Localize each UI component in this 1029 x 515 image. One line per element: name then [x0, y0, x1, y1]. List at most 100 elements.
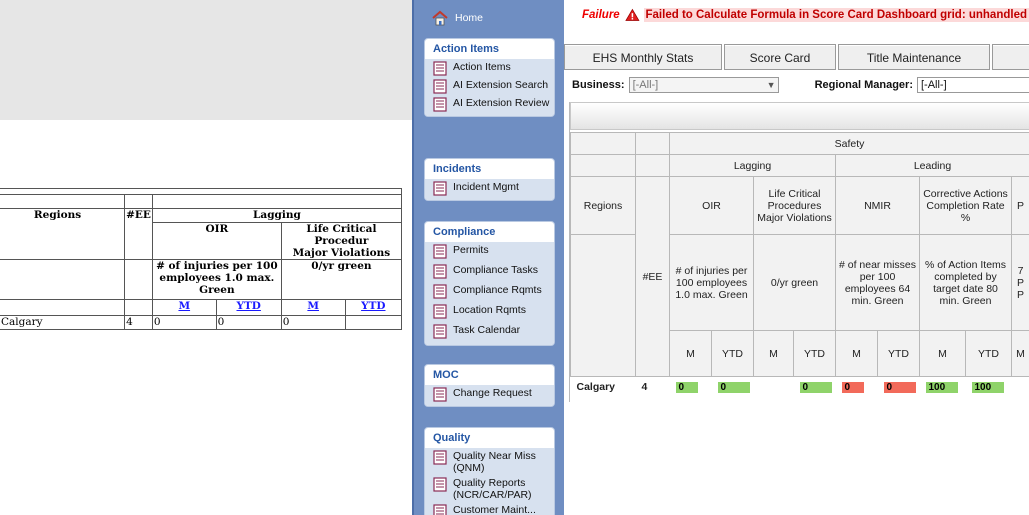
- tab-title-maintenance[interactable]: Title Maintenance: [838, 44, 990, 70]
- tab-bar: EHS Monthly Stats Score Card Title Maint…: [564, 44, 1029, 72]
- oir-desc: # of injuries per 100 employees 1.0 max.…: [669, 234, 754, 331]
- row-nmir-ytd: 0: [883, 381, 916, 393]
- nav-group-moc: MOC Change Request: [424, 364, 555, 407]
- nav-group-title: Compliance: [433, 226, 496, 238]
- regional-manager-select[interactable]: [-All-]: [916, 77, 1029, 93]
- nav-item-compliance-rqmts[interactable]: Compliance Rqmts: [425, 283, 554, 303]
- business-select[interactable]: [-All-] ▼: [628, 77, 779, 93]
- row-oir-ytd: 0: [717, 381, 750, 393]
- report-oir-m-link[interactable]: M: [151, 299, 217, 316]
- nav-item-quality-reports[interactable]: Quality Reports (NCR/CAR/PAR): [425, 476, 554, 503]
- home-link[interactable]: Home: [432, 9, 483, 27]
- report-lagging-header: Lagging: [151, 208, 403, 223]
- report-icon: [433, 477, 447, 492]
- report-preview-table: Regions #EE Lagging OIR Life Critical Pr…: [0, 188, 403, 330]
- nav-item-quality-near-miss[interactable]: Quality Near Miss (QNM): [425, 449, 554, 476]
- cacr-ytd-header[interactable]: YTD: [965, 330, 1012, 377]
- nmir-m-header[interactable]: M: [835, 330, 878, 377]
- row-oir-m: 0: [675, 381, 698, 393]
- nav-item-action-items[interactable]: Action Items: [425, 60, 554, 78]
- leading-header: Leading: [835, 154, 1029, 177]
- report-icon: [433, 450, 447, 465]
- nav-group-title: Quality: [433, 432, 471, 444]
- nav-item-task-calendar[interactable]: Task Calendar: [425, 323, 554, 343]
- report-row-oir-m: 0: [151, 315, 217, 330]
- nav-item-change-request[interactable]: Change Request: [425, 386, 554, 404]
- lcp-m-header[interactable]: M: [753, 330, 794, 377]
- tab-ehs-monthly-stats[interactable]: EHS Monthly Stats: [564, 44, 722, 70]
- cacr-header: Corrective Actions Completion Rate %: [919, 176, 1012, 235]
- safety-header: Safety: [669, 132, 1029, 155]
- report-oir-desc: # of injuries per 100 employees 1.0 max.…: [151, 259, 282, 300]
- row-ee: 4: [635, 376, 670, 397]
- nav-group-incidents: Incidents Incident Mgmt: [424, 158, 555, 201]
- warning-icon: [624, 8, 640, 21]
- report-icon: [433, 181, 447, 196]
- report-icon: [433, 79, 447, 94]
- nav-group-compliance: Compliance Permits Compliance Tasks Comp…: [424, 221, 555, 346]
- report-ee-header: #EE: [124, 208, 153, 260]
- report-icon: [433, 61, 447, 76]
- tab-overflow[interactable]: [992, 44, 1029, 70]
- ee-header: #EE: [635, 176, 670, 377]
- report-icon: [433, 324, 447, 339]
- report-icon: [433, 504, 447, 515]
- report-lcp-m-link[interactable]: M: [280, 299, 346, 316]
- oir-header: OIR: [669, 176, 754, 235]
- report-icon: [433, 387, 447, 402]
- nav-item-permits[interactable]: Permits: [425, 243, 554, 263]
- regional-manager-label: Regional Manager:: [814, 79, 913, 91]
- nav-group-quality: Quality Quality Near Miss (QNM) Quality …: [424, 427, 555, 515]
- lcp-ytd-header[interactable]: YTD: [793, 330, 836, 377]
- failure-label: Failure: [582, 9, 620, 21]
- score-card-grid: Safety Lagging Leading Regions #EE OIR L…: [569, 102, 1029, 402]
- nav-item-ai-extension-review[interactable]: AI Extension Review: [425, 96, 554, 114]
- cacr-desc: % of Action Items completed by target da…: [919, 234, 1012, 331]
- table-row[interactable]: Calgary 4 0 0 0 0 0 100 100: [570, 376, 1029, 397]
- report-lcp-header: Life Critical Procedur Major Violations: [280, 222, 403, 260]
- tab-score-card[interactable]: Score Card: [724, 44, 836, 70]
- cacr-m-header[interactable]: M: [919, 330, 966, 377]
- nav-item-compliance-tasks[interactable]: Compliance Tasks: [425, 263, 554, 283]
- nmir-ytd-header[interactable]: YTD: [877, 330, 920, 377]
- error-message: Failed to Calculate Formula in Score Car…: [643, 8, 1029, 22]
- preview-header-area: [0, 0, 412, 120]
- oir-ytd-header[interactable]: YTD: [711, 330, 754, 377]
- report-icon: [433, 284, 447, 299]
- row-nmir-m: 0: [841, 381, 864, 393]
- report-row-lc-m: 0: [280, 315, 346, 330]
- nav-item-incident-mgmt[interactable]: Incident Mgmt: [425, 180, 554, 198]
- business-label: Business:: [572, 79, 625, 91]
- lagging-header: Lagging: [669, 154, 836, 177]
- nav-group-title: Incidents: [433, 163, 482, 175]
- nmir-desc: # of near misses per 100 employees 64 mi…: [835, 234, 920, 331]
- error-banner: Failure Failed to Calculate Formula in S…: [564, 0, 1029, 30]
- lcp-desc: 0/yr green: [753, 234, 836, 331]
- p-desc: 7 P P: [1011, 234, 1029, 331]
- row-lcp-ytd: 0: [799, 381, 832, 393]
- p-m-header[interactable]: M: [1011, 330, 1029, 377]
- sidebar: Home Action Items Action Items AI Extens…: [412, 0, 564, 515]
- regions-header: Regions: [570, 176, 636, 235]
- nav-group-action-items: Action Items Action Items AI Extension S…: [424, 38, 555, 117]
- nmir-header: NMIR: [835, 176, 920, 235]
- chevron-down-icon: ▼: [766, 80, 776, 90]
- grid-toolbar: [570, 102, 1029, 130]
- report-icon: [433, 97, 447, 112]
- main-content: Failure Failed to Calculate Formula in S…: [564, 0, 1029, 515]
- report-icon: [433, 304, 447, 319]
- report-icon: [433, 264, 447, 279]
- oir-m-header[interactable]: M: [669, 330, 712, 377]
- nav-item-customer-maint[interactable]: Customer Maint...: [425, 503, 554, 515]
- filter-bar: Business: [-All-] ▼ Regional Manager: [-…: [572, 76, 1029, 94]
- row-region: Calgary: [570, 376, 636, 397]
- nav-group-title: MOC: [433, 369, 459, 381]
- nav-item-ai-extension-search[interactable]: AI Extension Search: [425, 78, 554, 96]
- report-oir-ytd-link[interactable]: YTD: [215, 299, 282, 316]
- report-lcp-ytd-link[interactable]: YTD: [344, 299, 403, 316]
- report-row-ee: 4: [124, 315, 153, 330]
- home-label: Home: [455, 12, 484, 24]
- row-cacr-m: 100: [925, 381, 958, 393]
- home-icon: [432, 10, 448, 26]
- nav-item-location-rqmts[interactable]: Location Rqmts: [425, 303, 554, 323]
